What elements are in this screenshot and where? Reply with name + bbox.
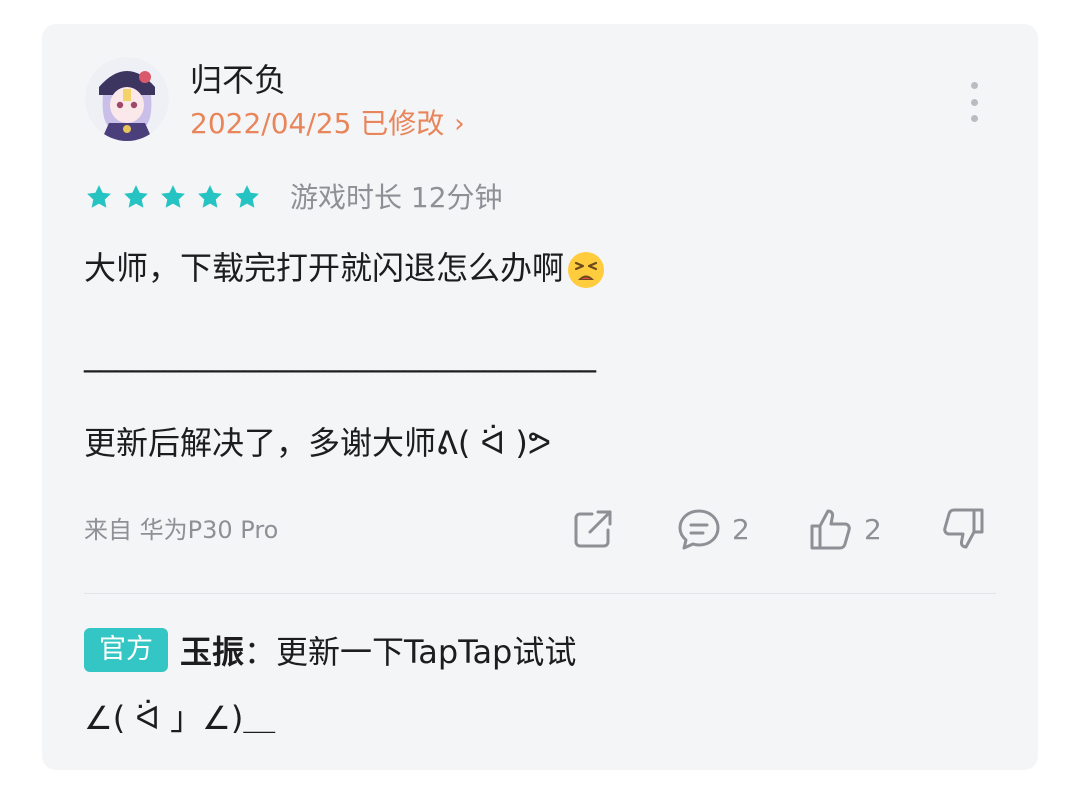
reply-author: 玉振 bbox=[180, 633, 245, 671]
review-date-link[interactable]: 2022/04/25 已修改 › bbox=[190, 104, 465, 144]
more-vertical-icon bbox=[970, 82, 978, 89]
star-icon bbox=[161, 185, 185, 208]
reply-continuation: ∠( ᐛ 」∠)＿ bbox=[84, 699, 276, 737]
username[interactable]: 归不负 bbox=[190, 58, 286, 102]
like-button[interactable]: 2 bbox=[808, 506, 882, 552]
review-line-1: 大师，下载完打开就闪退怎么办啊 bbox=[84, 246, 606, 290]
share-icon bbox=[574, 510, 612, 548]
tired-face-emoji bbox=[568, 252, 605, 288]
review-separator-line: ________________________________ bbox=[84, 335, 596, 373]
divider bbox=[84, 593, 996, 594]
thumbs-up-icon bbox=[810, 509, 851, 550]
comment-button[interactable]: 2 bbox=[676, 506, 750, 552]
more-vertical-dot bbox=[970, 115, 978, 122]
comment-icon bbox=[678, 509, 720, 550]
official-badge: 官方 bbox=[84, 628, 168, 672]
device-info: 来自 华为P30 Pro bbox=[84, 516, 279, 544]
dislike-button[interactable] bbox=[940, 506, 986, 552]
more-vertical-dot bbox=[970, 98, 978, 106]
star-icon bbox=[124, 185, 148, 208]
star-rating bbox=[84, 182, 262, 212]
star-icon bbox=[198, 185, 222, 208]
review-text: 大师，下载完打开就闪退怎么办啊 bbox=[84, 249, 565, 287]
chevron-right-icon: › bbox=[454, 109, 465, 139]
avatar[interactable] bbox=[85, 57, 169, 141]
playtime: 游戏时长 12分钟 bbox=[290, 181, 503, 214]
more-options-button[interactable] bbox=[962, 82, 986, 122]
star-icon bbox=[87, 185, 111, 208]
star-icon bbox=[235, 185, 259, 208]
comment-count: 2 bbox=[732, 512, 750, 546]
review-line-3: 更新后解决了，多谢大师ᕕ( ᐛ )ᕗ bbox=[84, 424, 552, 462]
developer-reply[interactable]: 玉振：更新一下TapTap试试 bbox=[180, 630, 576, 674]
like-count: 2 bbox=[864, 512, 882, 546]
review-date: 2022/04/25 已修改 bbox=[190, 107, 445, 140]
share-button[interactable] bbox=[570, 506, 616, 552]
reply-text: ：更新一下TapTap试试 bbox=[244, 633, 577, 671]
thumbs-down-icon bbox=[943, 508, 984, 549]
